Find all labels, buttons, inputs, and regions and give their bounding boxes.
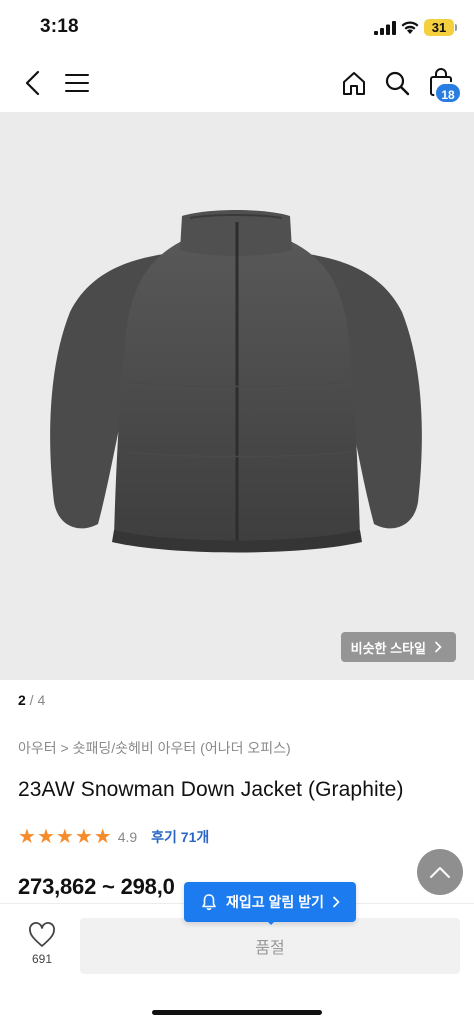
price: 273,862 ~ 298,0	[18, 874, 175, 899]
home-icon	[343, 72, 365, 95]
menu-icon	[65, 74, 89, 92]
similar-style-button[interactable]: 비슷한 스타일	[340, 632, 456, 662]
back-icon	[25, 70, 40, 96]
sold-out-button[interactable]: 품절	[80, 918, 460, 974]
product-jacket-image	[50, 210, 422, 553]
status-bar: 3:18 31	[0, 0, 474, 54]
rating-stars: ★ ★ ★ ★ ★	[18, 827, 112, 847]
page-separator: /	[25, 692, 38, 708]
signal-icon	[374, 21, 396, 35]
chevron-right-icon	[434, 641, 442, 653]
star-icon: ★	[55, 826, 74, 848]
image-pager: 2 / 4	[18, 692, 45, 708]
star-icon: ★	[93, 826, 112, 848]
search-button[interactable]	[380, 66, 414, 100]
wishlist-button[interactable]: 691	[20, 922, 64, 974]
chevron-up-icon	[430, 867, 450, 878]
nav-bar	[0, 54, 474, 112]
star-icon: ★	[74, 826, 93, 848]
menu-button[interactable]	[60, 66, 94, 100]
back-button[interactable]	[16, 66, 50, 100]
status-time: 3:18	[40, 16, 79, 37]
cart-count-badge[interactable]: 18	[434, 82, 462, 104]
chevron-right-icon	[332, 896, 340, 908]
rating-value: 4.9	[117, 829, 138, 845]
battery-cap	[455, 24, 457, 31]
breadcrumb[interactable]: 아우터 > 숏패딩/숏헤비 아우터 (어나더 오피스)	[18, 738, 291, 758]
restock-alert-button[interactable]: 재입고 알림 받기	[184, 882, 356, 922]
review-count-link[interactable]: 후기 71개	[151, 827, 209, 847]
scroll-to-top-button[interactable]	[417, 849, 463, 895]
heart-icon	[29, 922, 55, 947]
home-indicator	[152, 1010, 322, 1015]
restock-tooltip-pointer	[264, 918, 278, 925]
home-button[interactable]	[337, 66, 371, 100]
bell-icon	[202, 894, 216, 911]
wishlist-count: 691	[31, 952, 53, 966]
battery-indicator: 31	[424, 19, 454, 36]
product-title: 23AW Snowman Down Jacket (Graphite)	[18, 778, 404, 801]
search-icon	[385, 71, 410, 96]
star-icon: ★	[18, 826, 36, 848]
total-pages: 4	[37, 692, 46, 708]
star-icon: ★	[36, 826, 55, 848]
similar-style-label: 비슷한 스타일	[350, 640, 426, 656]
wifi-icon	[401, 21, 419, 34]
current-page: 2	[18, 692, 26, 708]
rating-row: ★ ★ ★ ★ ★ 4.9 후기 71개	[18, 826, 209, 848]
restock-alert-label: 재입고 알림 받기	[226, 894, 324, 910]
product-image[interactable]: 비슷한 스타일	[0, 112, 474, 680]
